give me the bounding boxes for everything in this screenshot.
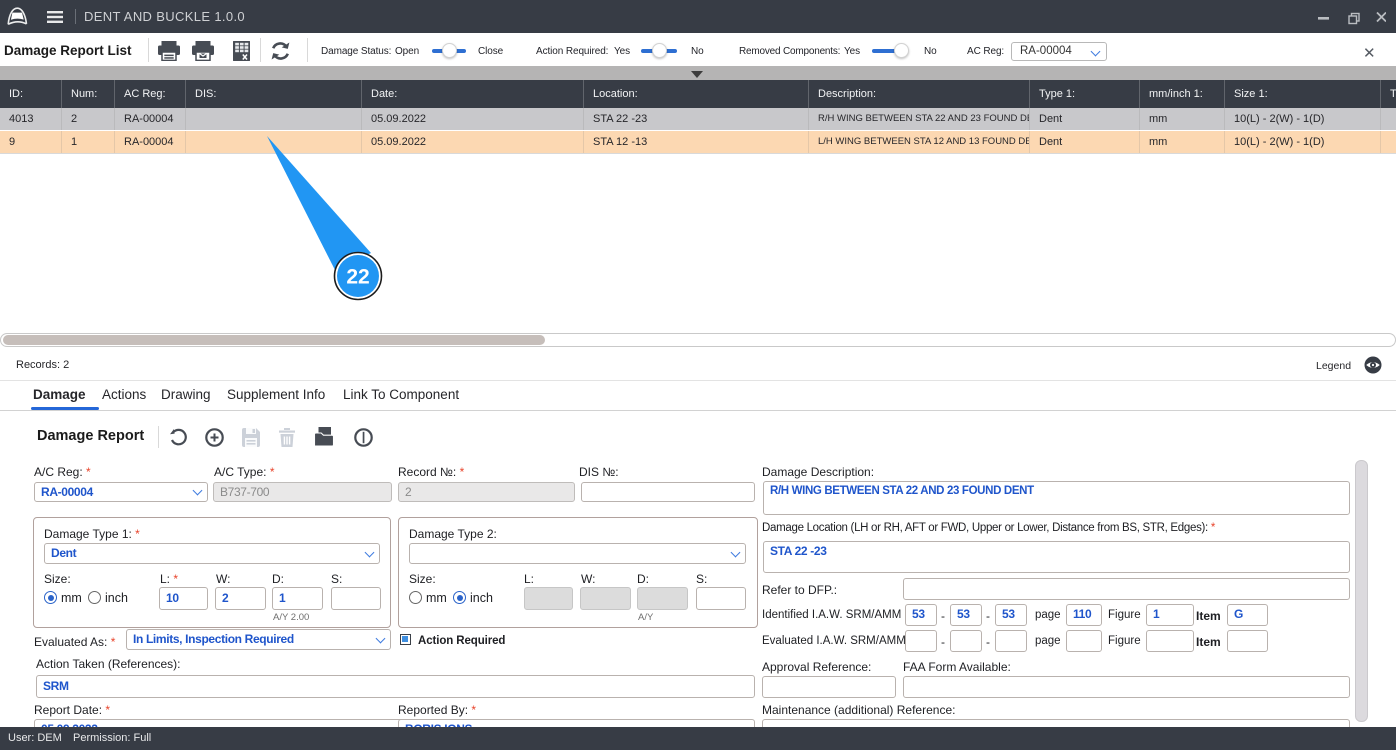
svg-text:22: 22 (346, 266, 369, 289)
